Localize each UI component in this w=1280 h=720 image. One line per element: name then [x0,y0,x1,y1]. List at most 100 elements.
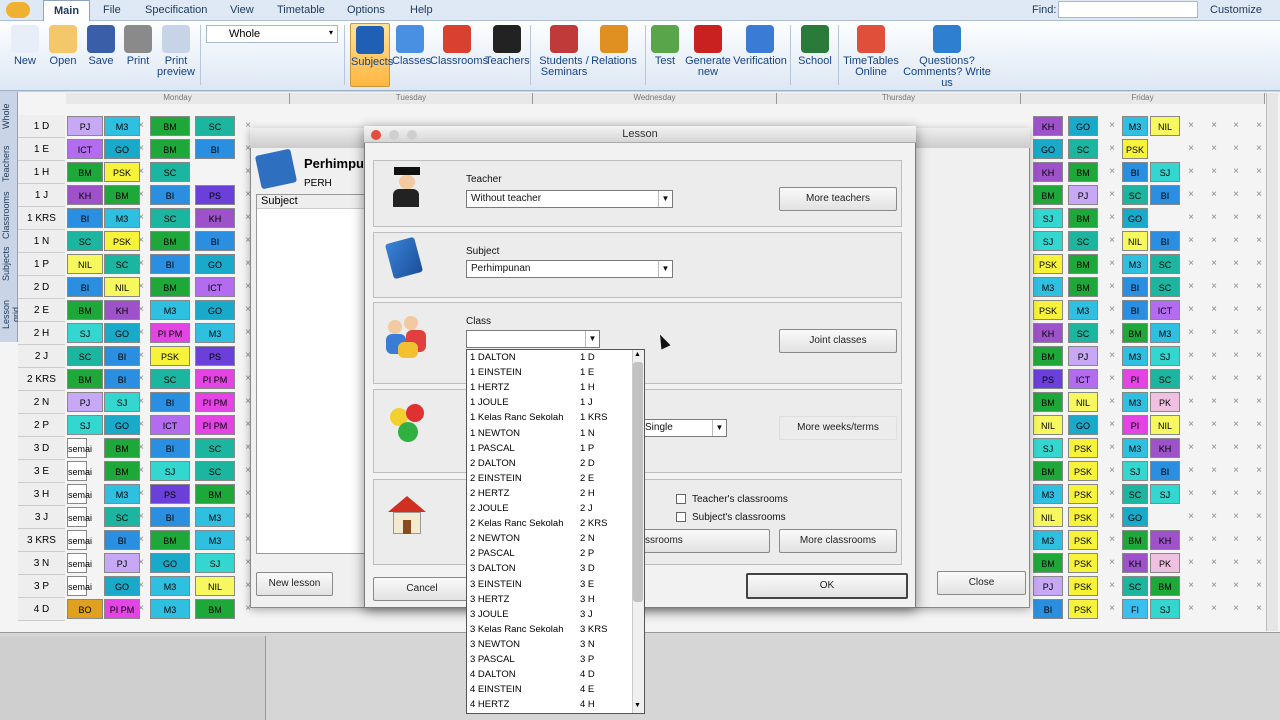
empty-slot-icon[interactable]: × [1227,438,1245,458]
lesson-card[interactable]: NIL [1033,415,1063,435]
class-option[interactable]: 1 DALTON 1 D [470,350,630,365]
lesson-card[interactable]: BM [1122,323,1148,343]
class-row-label[interactable]: 1 D [18,115,65,138]
lesson-card[interactable]: semai [67,461,92,481]
lesson-card[interactable]: SC [1068,231,1098,251]
class-option[interactable]: 2 NEWTON 2 N [470,531,630,546]
lesson-card[interactable]: BM [150,139,190,159]
lesson-card[interactable]: SC [1122,576,1148,596]
class-select[interactable]: ▼ [466,330,600,348]
empty-slot-icon[interactable]: × [1227,116,1245,136]
lesson-card[interactable]: PSK [1068,599,1098,619]
lesson-card[interactable]: BM [1033,185,1063,205]
lesson-card[interactable]: PSK [1033,254,1063,274]
empty-slot-icon[interactable]: × [1227,530,1245,550]
empty-slot-icon[interactable]: × [132,162,150,182]
class-option[interactable]: 1 JOULE 1 J [470,395,630,410]
menu-view[interactable]: View [230,4,254,16]
lesson-card[interactable]: M3 [195,507,235,527]
lesson-card[interactable]: PSK [1068,576,1098,596]
class-option[interactable]: 3 NEWTON 3 N [470,637,630,652]
empty-slot-icon[interactable]: × [1103,553,1121,573]
lesson-card[interactable]: M3 [1122,254,1148,274]
lesson-card[interactable]: KH [1033,162,1063,182]
lesson-card[interactable]: SJ [1150,162,1180,182]
empty-slot-icon[interactable]: × [1205,254,1223,274]
lesson-card[interactable]: semai [67,530,92,550]
empty-slot-icon[interactable]: × [1182,392,1200,412]
lesson-card[interactable]: ICT [67,139,103,159]
empty-slot-icon[interactable]: × [1205,116,1223,136]
empty-slot-icon[interactable]: × [1103,116,1121,136]
lesson-card[interactable]: GO [1122,208,1148,228]
class-row-label[interactable]: 1 J [18,184,65,207]
lesson-card[interactable]: NIL [1150,415,1180,435]
empty-slot-icon[interactable]: × [1103,139,1121,159]
lesson-card[interactable]: ICT [150,415,190,435]
lesson-card[interactable]: semai [67,484,92,504]
class-row-label[interactable]: 3 KRS [18,529,65,552]
ok-button[interactable]: OK [746,573,908,599]
empty-slot-icon[interactable]: × [1103,599,1121,619]
lesson-card[interactable]: BI [1122,162,1148,182]
class-row-label[interactable]: 2 P [18,414,65,437]
lesson-card[interactable]: GO [195,254,235,274]
class-row-label[interactable]: 2 D [18,276,65,299]
lesson-card[interactable]: PK [1150,553,1180,573]
vtab-classrooms[interactable]: Classrooms [1,190,17,240]
lesson-card[interactable]: BI [1150,231,1180,251]
empty-slot-icon[interactable]: × [1227,254,1245,274]
class-option[interactable]: 1 Kelas Ranc Sekolah 1 KRS [470,410,630,425]
lesson-card[interactable]: BI [1150,461,1180,481]
grid-scrollbar[interactable] [1266,93,1278,631]
teachers-classrooms-checkbox[interactable] [676,494,686,504]
lesson-card[interactable]: M3 [195,530,235,550]
vtab-teachers[interactable]: Teachers [1,144,17,184]
find-input[interactable] [1058,1,1198,18]
empty-slot-icon[interactable]: × [1182,162,1200,182]
lesson-card[interactable]: SC [1150,254,1180,274]
class-option[interactable]: 2 DALTON 2 D [470,456,630,471]
class-option[interactable]: 3 JOULE 3 J [470,607,630,622]
empty-slot-icon[interactable]: × [1205,415,1223,435]
lesson-card[interactable]: PJ [1068,346,1098,366]
lesson-card[interactable]: GO [1033,139,1063,159]
lesson-card[interactable]: semai [67,553,92,573]
questions-comments-write-us-button[interactable]: Questions? Comments? Write us [898,23,996,89]
empty-slot-icon[interactable]: × [1227,162,1245,182]
empty-slot-icon[interactable]: × [1227,323,1245,343]
empty-slot-icon[interactable]: × [1182,507,1200,527]
lesson-card[interactable]: BI [150,507,190,527]
empty-slot-icon[interactable]: × [132,277,150,297]
empty-slot-icon[interactable]: × [1227,346,1245,366]
class-option[interactable]: 2 PASCAL 2 P [470,546,630,561]
lesson-card[interactable]: SC [150,208,190,228]
empty-slot-icon[interactable]: × [1205,323,1223,343]
verification-button[interactable]: Verification [732,23,788,87]
lesson-card[interactable]: BM [1150,576,1180,596]
class-option[interactable]: 3 HERTZ 3 H [470,592,630,607]
lesson-card[interactable]: PSK [1068,461,1098,481]
lesson-card[interactable]: PS [195,346,235,366]
scroll-up-icon[interactable]: ▲ [634,351,641,358]
empty-slot-icon[interactable]: × [1103,461,1121,481]
lesson-card[interactable]: BM [195,599,235,619]
lesson-card[interactable]: SC [1068,139,1098,159]
lesson-card[interactable]: semai [67,576,92,596]
empty-slot-icon[interactable]: × [1205,507,1223,527]
empty-slot-icon[interactable]: × [1103,392,1121,412]
students-seminars-button[interactable]: Students / Seminars [538,23,590,87]
class-row-label[interactable]: 1 H [18,161,65,184]
empty-slot-icon[interactable]: × [1103,484,1121,504]
class-option[interactable]: 4 HERTZ 4 H [470,697,630,712]
app-logo-icon[interactable] [6,2,30,18]
empty-slot-icon[interactable]: × [1205,576,1223,596]
lesson-card[interactable]: KH [1122,553,1148,573]
lesson-card[interactable]: BM [1122,530,1148,550]
lesson-card[interactable]: SJ [195,553,235,573]
lesson-card[interactable]: NIL [195,576,235,596]
class-row-label[interactable]: 3 J [18,506,65,529]
empty-slot-icon[interactable]: × [1227,415,1245,435]
more-classrooms-button[interactable]: More classrooms [779,529,897,553]
empty-slot-icon[interactable]: × [1227,553,1245,573]
